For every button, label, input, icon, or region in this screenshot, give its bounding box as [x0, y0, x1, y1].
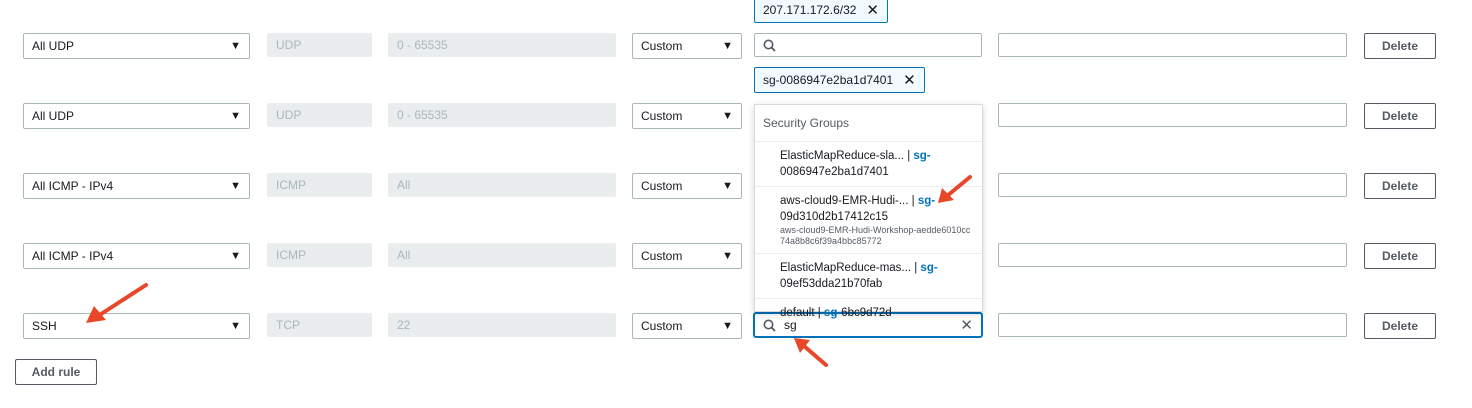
- dropdown-option[interactable]: aws-cloud9-EMR-Hudi-... | sg- 09d310d2b1…: [755, 187, 982, 254]
- option-sep: |: [911, 262, 921, 274]
- caret-down-icon: ▼: [722, 40, 733, 52]
- option-sep: |: [904, 150, 914, 162]
- option-sep: |: [814, 307, 824, 319]
- description-input-row5[interactable]: [998, 313, 1347, 337]
- source-type-select-row5[interactable]: Custom ▼: [632, 313, 742, 339]
- option-sg-prefix: sg-: [920, 262, 938, 274]
- source-type-value: Custom: [641, 179, 683, 193]
- option-sg-prefix: sg-: [913, 150, 931, 162]
- type-select-value: All ICMP - IPv4: [32, 249, 114, 263]
- source-type-value: Custom: [641, 249, 683, 263]
- protocol-field: ICMP: [267, 243, 372, 267]
- option-sg-prefix: sg-: [823, 307, 842, 319]
- dropdown-option[interactable]: default | sg-6bc9d72d: [755, 299, 982, 327]
- type-select-value: All UDP: [32, 109, 75, 123]
- token-label: sg-0086947e2ba1d7401: [763, 73, 894, 87]
- option-sg-id: 09ef53dda21b70fab: [780, 278, 883, 290]
- description-input-row4[interactable]: [998, 243, 1347, 267]
- close-icon[interactable]: ✕: [866, 3, 879, 18]
- security-groups-dropdown: Security Groups ElasticMapReduce-sla... …: [754, 104, 983, 319]
- caret-down-icon: ▼: [722, 110, 733, 122]
- delete-button-row5[interactable]: Delete: [1364, 313, 1436, 339]
- caret-down-icon: ▼: [230, 40, 241, 52]
- source-type-value: Custom: [641, 39, 683, 53]
- port-range-field: All: [388, 173, 616, 197]
- port-range-field: 0 - 65535: [388, 103, 616, 127]
- delete-button-row4[interactable]: Delete: [1364, 243, 1436, 269]
- source-type-value: Custom: [641, 319, 683, 333]
- source-type-value: Custom: [641, 109, 683, 123]
- source-token-ip: 207.171.172.6/32 ✕: [754, 0, 888, 23]
- option-name: ElasticMapReduce-mas...: [780, 262, 912, 274]
- option-sg-id: 6bc9d72d: [841, 307, 892, 319]
- description-input-row1[interactable]: [998, 33, 1347, 57]
- source-type-select-row2[interactable]: Custom ▼: [632, 103, 742, 129]
- type-select-row5[interactable]: SSH ▼: [23, 313, 250, 339]
- caret-down-icon: ▼: [722, 180, 733, 192]
- protocol-field: ICMP: [267, 173, 372, 197]
- type-select-row2[interactable]: All UDP ▼: [23, 103, 250, 129]
- option-name: ElasticMapReduce-sla...: [780, 150, 904, 162]
- type-select-value: SSH: [32, 319, 57, 333]
- source-type-select-row4[interactable]: Custom ▼: [632, 243, 742, 269]
- source-type-select-row3[interactable]: Custom ▼: [632, 173, 742, 199]
- caret-down-icon: ▼: [230, 110, 241, 122]
- close-icon[interactable]: ✕: [903, 73, 916, 88]
- port-range-field: All: [388, 243, 616, 267]
- protocol-field: UDP: [267, 33, 372, 57]
- type-select-row4[interactable]: All ICMP - IPv4 ▼: [23, 243, 250, 269]
- delete-button-row2[interactable]: Delete: [1364, 103, 1436, 129]
- option-name: default: [780, 307, 815, 319]
- protocol-field: TCP: [267, 313, 372, 337]
- option-name: aws-cloud9-EMR-Hudi-...: [780, 195, 909, 207]
- option-description: aws-cloud9-EMR-Hudi-Workshop-aedde6010cc…: [780, 225, 971, 246]
- port-range-field: 22: [388, 313, 616, 337]
- port-range-field: 0 - 65535: [388, 33, 616, 57]
- delete-button-row1[interactable]: Delete: [1364, 33, 1436, 59]
- caret-down-icon: ▼: [230, 320, 241, 332]
- source-type-select-row1[interactable]: Custom ▼: [632, 33, 742, 59]
- caret-down-icon: ▼: [722, 320, 733, 332]
- search-icon: [763, 39, 776, 52]
- dropdown-option[interactable]: ElasticMapReduce-mas... | sg- 09ef53dda2…: [755, 254, 982, 299]
- caret-down-icon: ▼: [230, 180, 241, 192]
- dropdown-option[interactable]: ElasticMapReduce-sla... | sg- 0086947e2b…: [755, 142, 982, 187]
- option-sg-id: 0086947e2ba1d7401: [780, 166, 889, 178]
- type-select-value: All UDP: [32, 39, 75, 53]
- option-sg-prefix: sg-: [917, 195, 936, 207]
- option-sg-id: 09d310d2b17412c15: [780, 211, 889, 223]
- dropdown-header: Security Groups: [755, 105, 982, 142]
- description-input-row2[interactable]: [998, 103, 1347, 127]
- caret-down-icon: ▼: [230, 250, 241, 262]
- source-token-sg: sg-0086947e2ba1d7401 ✕: [754, 67, 925, 93]
- option-sep: |: [908, 195, 918, 207]
- add-rule-button[interactable]: Add rule: [15, 359, 97, 385]
- source-search-input-row1[interactable]: [754, 33, 982, 57]
- type-select-value: All ICMP - IPv4: [32, 179, 114, 193]
- protocol-field: UDP: [267, 103, 372, 127]
- delete-button-row3[interactable]: Delete: [1364, 173, 1436, 199]
- description-input-row3[interactable]: [998, 173, 1347, 197]
- type-select-row3[interactable]: All ICMP - IPv4 ▼: [23, 173, 250, 199]
- type-select-row1[interactable]: All UDP ▼: [23, 33, 250, 59]
- red-pointer-arrow: [794, 338, 828, 367]
- caret-down-icon: ▼: [722, 250, 733, 262]
- token-label: 207.171.172.6/32: [763, 3, 857, 17]
